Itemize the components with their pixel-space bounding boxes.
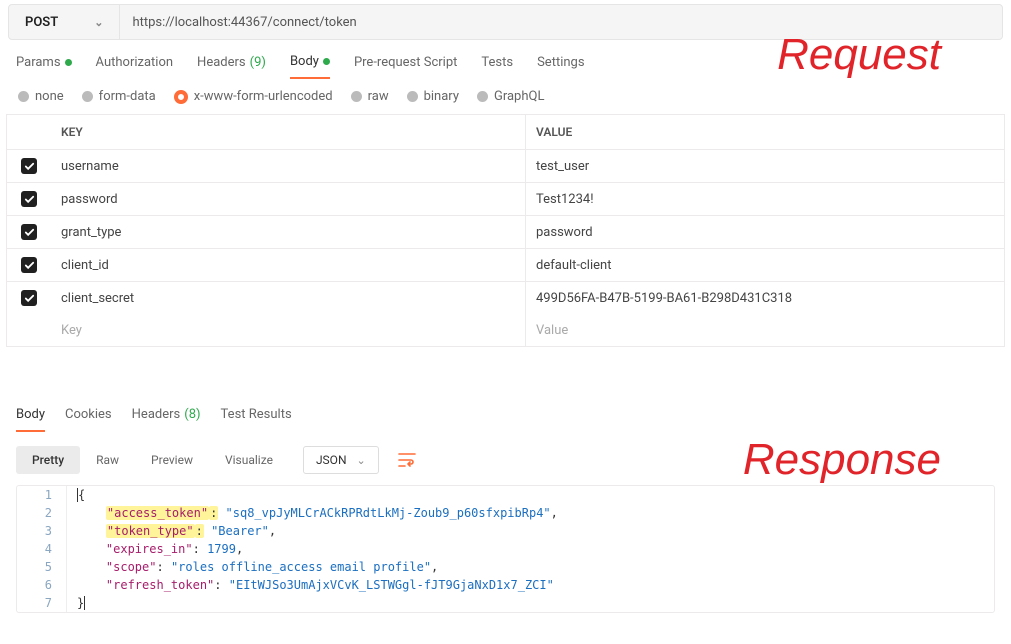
format-select[interactable]: JSON ⌄ <box>303 446 379 474</box>
checkbox[interactable] <box>21 257 37 273</box>
resp-tab-headers[interactable]: Headers (8) <box>132 407 201 432</box>
json-number: 1799 <box>207 542 236 556</box>
view-pretty-button[interactable]: Pretty <box>16 446 80 474</box>
radio-icon <box>18 91 29 102</box>
json-string: "sq8_vpJyMLCrACkRPRdtLkMj-Zoub9_p60sfxpi… <box>226 506 551 520</box>
line-number: 2 <box>17 504 67 522</box>
tab-authorization[interactable]: Authorization <box>96 55 174 78</box>
chevron-down-icon: ⌄ <box>357 454 366 467</box>
annotation-request: Request <box>777 30 941 80</box>
request-tabs: Params Authorization Headers (9) Body Pr… <box>0 40 1011 79</box>
table-row: client_iddefault-client <box>7 249 1004 282</box>
http-method-select[interactable]: POST ⌄ <box>9 5 120 39</box>
view-visualize-button[interactable]: Visualize <box>209 446 289 474</box>
form-data-table: KEY VALUE usernametest_userpasswordTest1… <box>6 114 1005 347</box>
http-method-label: POST <box>25 15 58 30</box>
value-cell[interactable]: password <box>526 216 1004 248</box>
url-text: https://localhost:44367/connect/token <box>132 15 356 30</box>
checkbox[interactable] <box>21 224 37 240</box>
line-number: 7 <box>17 594 67 612</box>
header-key: KEY <box>51 115 526 149</box>
radio-icon <box>351 91 362 102</box>
line-number: 1 <box>17 486 67 504</box>
table-row: grant_typepassword <box>7 216 1004 249</box>
radio-icon <box>477 91 488 102</box>
tab-headers[interactable]: Headers (9) <box>197 55 266 78</box>
body-type-radios: none form-data x-www-form-urlencoded raw… <box>0 79 1011 114</box>
body-type-urlencoded[interactable]: x-www-form-urlencoded <box>174 89 333 104</box>
json-key: "expires_in" <box>106 542 193 556</box>
radio-icon <box>407 91 418 102</box>
body-type-none[interactable]: none <box>18 89 64 104</box>
key-cell[interactable]: client_id <box>51 249 526 281</box>
json-string: "EItWJSo3UmAjxVCvK_LSTWGgl-fJT9GjaNxD1x7… <box>229 578 554 592</box>
key-cell[interactable]: username <box>51 150 526 182</box>
tab-params[interactable]: Params <box>16 55 72 78</box>
table-header: KEY VALUE <box>7 115 1004 150</box>
radio-icon <box>82 91 93 102</box>
body-type-binary[interactable]: binary <box>407 89 459 104</box>
value-input[interactable]: Value <box>526 314 1004 346</box>
checkbox[interactable] <box>21 290 37 306</box>
checkbox[interactable] <box>21 158 37 174</box>
value-cell[interactable]: Test1234! <box>526 183 1004 215</box>
body-type-raw[interactable]: raw <box>351 89 389 104</box>
resp-tab-body[interactable]: Body <box>16 407 45 432</box>
body-type-graphql[interactable]: GraphQL <box>477 89 544 104</box>
headers-count: (9) <box>250 55 266 70</box>
line-number: 6 <box>17 576 67 594</box>
key-cell[interactable]: password <box>51 183 526 215</box>
table-row: usernametest_user <box>7 150 1004 183</box>
key-cell[interactable]: grant_type <box>51 216 526 248</box>
table-row: client_secret499D56FA-B47B-5199-BA61-B29… <box>7 282 1004 314</box>
header-value: VALUE <box>526 115 1004 149</box>
wrap-lines-icon[interactable] <box>391 445 423 475</box>
status-dot-icon <box>323 58 330 65</box>
tab-tests[interactable]: Tests <box>481 55 513 78</box>
body-type-form-data[interactable]: form-data <box>82 89 156 104</box>
line-number: 4 <box>17 540 67 558</box>
tab-body[interactable]: Body <box>290 54 330 79</box>
key-cell[interactable]: client_secret <box>51 282 526 314</box>
response-section: Response Body Cookies Headers (8) Test R… <box>0 407 1011 613</box>
table-row-new[interactable]: Key Value <box>7 314 1004 346</box>
json-key: "token_type" <box>106 524 195 538</box>
resp-headers-count: (8) <box>184 407 200 424</box>
response-body-code[interactable]: 1{ 2 "access_token": "sq8_vpJyMLCrACkRPR… <box>16 485 995 613</box>
resp-tab-test-results[interactable]: Test Results <box>221 407 292 432</box>
status-dot-icon <box>65 59 72 66</box>
tab-prerequest[interactable]: Pre-request Script <box>354 55 457 78</box>
value-cell[interactable]: default-client <box>526 249 1004 281</box>
response-tabs: Body Cookies Headers (8) Test Results <box>16 407 995 433</box>
value-cell[interactable]: 499D56FA-B47B-5199-BA61-B298D431C318 <box>526 282 1004 314</box>
tab-settings[interactable]: Settings <box>537 55 584 78</box>
line-number: 5 <box>17 558 67 576</box>
checkbox[interactable] <box>21 191 37 207</box>
chevron-down-icon: ⌄ <box>94 16 103 29</box>
resp-tab-cookies[interactable]: Cookies <box>65 407 112 432</box>
value-cell[interactable]: test_user <box>526 150 1004 182</box>
line-number: 3 <box>17 522 67 540</box>
json-string: "Bearer" <box>211 524 269 538</box>
annotation-response: Response <box>743 435 941 485</box>
json-key: "refresh_token" <box>106 578 214 592</box>
table-row: passwordTest1234! <box>7 183 1004 216</box>
json-key: "scope" <box>106 560 157 574</box>
json-key: "access_token" <box>106 506 209 520</box>
json-string: "roles offline_access email profile" <box>171 560 431 574</box>
radio-icon <box>174 90 188 104</box>
key-input[interactable]: Key <box>51 314 526 346</box>
view-preview-button[interactable]: Preview <box>135 446 209 474</box>
view-raw-button[interactable]: Raw <box>80 446 135 474</box>
